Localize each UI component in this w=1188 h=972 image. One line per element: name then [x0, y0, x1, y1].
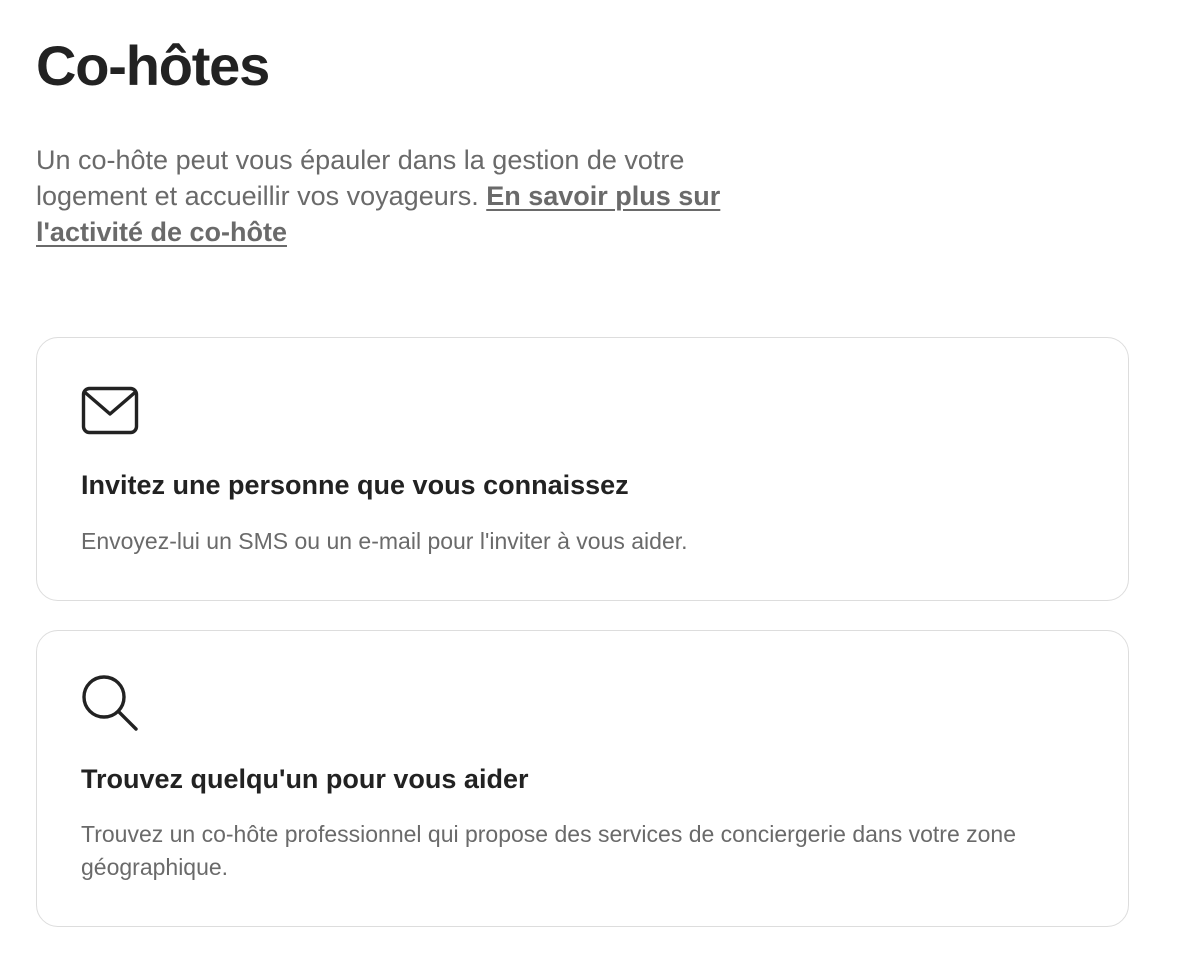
- find-cohost-card[interactable]: Trouvez quelqu'un pour vous aider Trouve…: [36, 630, 1129, 927]
- page-title: Co-hôtes: [36, 34, 270, 97]
- envelope-icon: [81, 386, 139, 435]
- find-card-description: Trouvez un co-hôte professionnel qui pro…: [81, 821, 1017, 880]
- invite-card-title: Invitez une personne que vous connaissez: [81, 470, 629, 500]
- intro-paragraph: Un co-hôte peut vous épauler dans la ges…: [36, 142, 776, 250]
- invite-cohost-card[interactable]: Invitez une personne que vous connaissez…: [36, 337, 1129, 601]
- search-icon: [82, 675, 138, 731]
- invite-card-description: Envoyez-lui un SMS ou un e-mail pour l'i…: [81, 528, 688, 554]
- find-card-title: Trouvez quelqu'un pour vous aider: [81, 764, 529, 794]
